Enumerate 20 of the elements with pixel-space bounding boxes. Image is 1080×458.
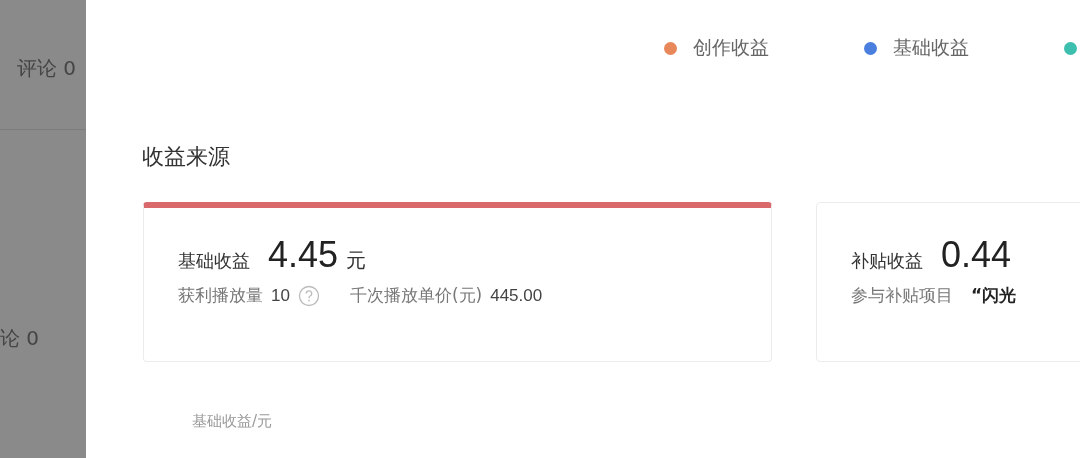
legend-label: 基础收益 [893,35,969,60]
comment-count: 论 0 [0,325,41,352]
stat-value: “闪光 [971,284,1017,307]
help-icon[interactable] [297,284,320,307]
revenue-card[interactable]: 补贴收益 0.44 参与补贴项目 “闪光 [816,202,1080,362]
comment-count: 评论 0 [16,55,77,82]
legend-label: 创作收益 [693,35,769,60]
card-label: 基础收益 [178,249,250,273]
section-title: 收益来源 [142,143,230,171]
card-amount: 0.44 [941,234,1012,276]
revenue-card[interactable]: 基础收益 4.45 元 获利播放量 10 千次播放单价(元) 445.00 [143,202,772,362]
card-amount: 4.45 [268,234,339,276]
stat-label: 参与补贴项目 [851,284,953,307]
axis-label: 基础收益/元 [192,412,273,431]
card-unit: 元 [346,247,367,274]
stat-label: 获利播放量 [178,284,263,307]
card-label: 补贴收益 [851,249,923,273]
stat-label: 千次播放单价(元) [349,284,483,307]
stat-value: 10 [271,285,290,306]
stat-value: 445.00 [490,285,543,306]
